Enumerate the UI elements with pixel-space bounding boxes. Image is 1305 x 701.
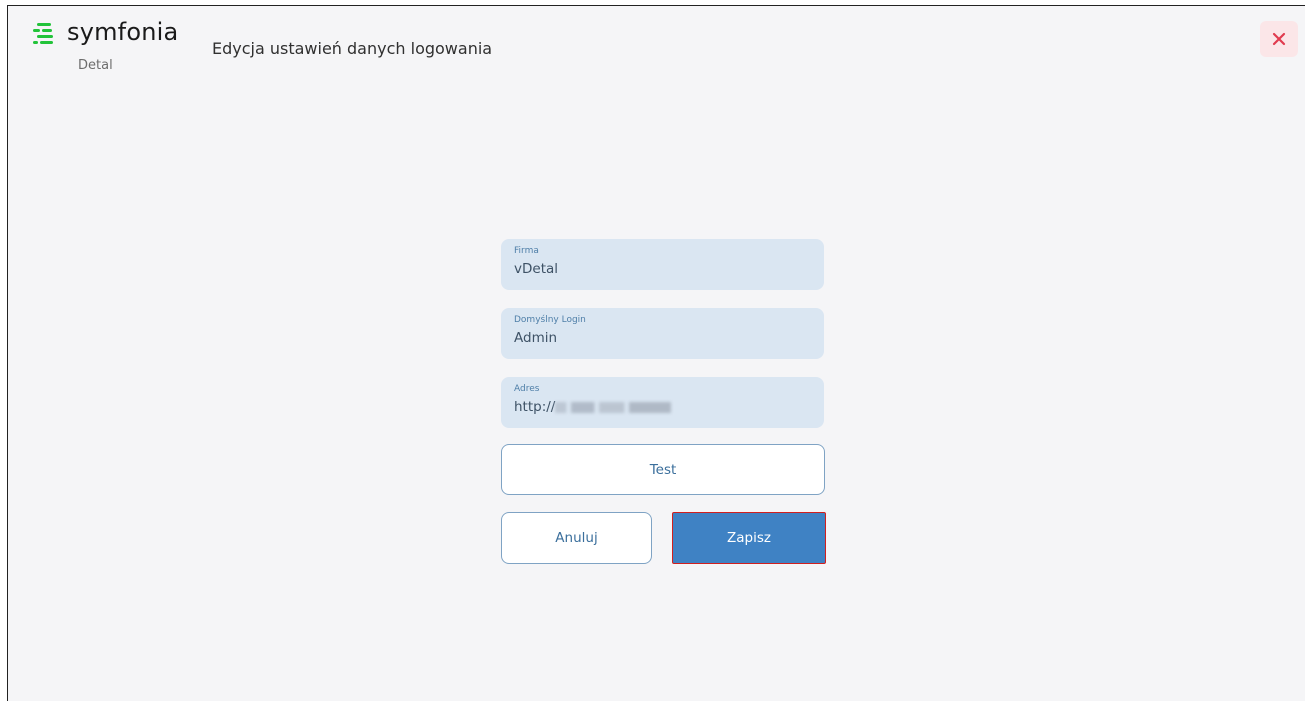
- symfonia-logo-icon: [33, 23, 53, 44]
- address-field[interactable]: Adres http://: [501, 377, 824, 428]
- default-login-field[interactable]: Domyślny Login Admin: [501, 308, 824, 359]
- save-button[interactable]: Zapisz: [672, 512, 826, 564]
- close-icon: [1272, 32, 1286, 46]
- address-field-label: Adres: [514, 384, 540, 394]
- company-field-label: Firma: [514, 246, 539, 256]
- default-login-field-value: Admin: [514, 330, 558, 346]
- test-button[interactable]: Test: [501, 444, 825, 495]
- page-title: Edycja ustawień danych logowania: [212, 39, 493, 58]
- close-button[interactable]: [1260, 21, 1298, 57]
- logo-text: symfonia: [67, 18, 179, 46]
- company-field-value: vDetal: [514, 261, 559, 277]
- default-login-field-label: Domyślny Login: [514, 315, 586, 325]
- address-blurred-value: [555, 401, 672, 413]
- address-field-prefix: http://: [514, 399, 556, 415]
- address-field-value: http://: [514, 399, 811, 416]
- app-window: symfonia Detal Edycja ustawień danych lo…: [7, 5, 1305, 701]
- company-field[interactable]: Firma vDetal: [501, 239, 824, 290]
- cancel-button[interactable]: Anuluj: [501, 512, 652, 564]
- logo-subtitle: Detal: [78, 58, 113, 73]
